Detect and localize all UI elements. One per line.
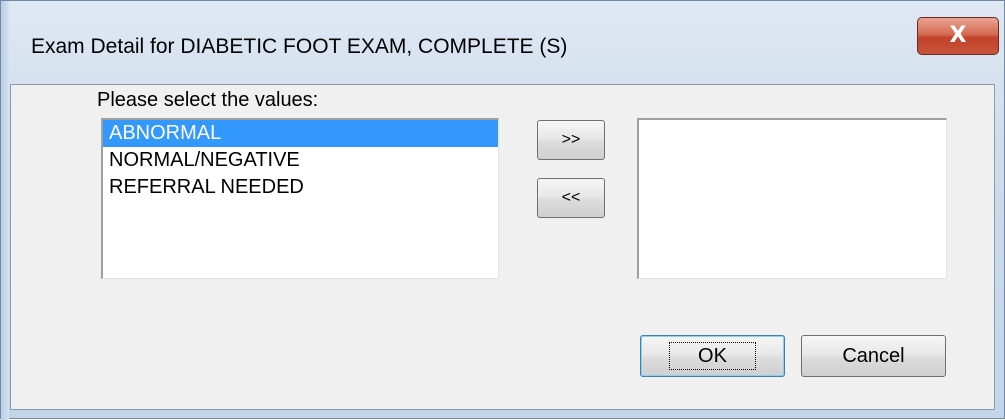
close-button[interactable]: X: [917, 17, 999, 55]
ok-button-label: OK: [669, 342, 756, 370]
dialog-window: Exam Detail for DIABETIC FOOT EXAM, COMP…: [0, 0, 1005, 420]
list-item-referral-needed[interactable]: REFERRAL NEEDED: [103, 174, 498, 201]
list-item-normal-negative[interactable]: NORMAL/NEGATIVE: [103, 147, 498, 174]
window-title: Exam Detail for DIABETIC FOOT EXAM, COMP…: [31, 35, 568, 58]
close-icon: X: [949, 23, 967, 48]
selected-values-listbox[interactable]: [637, 118, 947, 279]
window-frame-edge: [1, 1, 9, 420]
available-values-listbox[interactable]: ABNORMAL NORMAL/NEGATIVE REFERRAL NEEDED: [101, 118, 499, 279]
list-item-abnormal[interactable]: ABNORMAL: [103, 120, 498, 147]
remove-selected-button[interactable]: <<: [537, 178, 605, 218]
cancel-button[interactable]: Cancel: [801, 335, 946, 377]
ok-button[interactable]: OK: [640, 335, 785, 377]
add-selected-button[interactable]: >>: [537, 120, 605, 160]
select-values-label: Please select the values:: [97, 89, 319, 111]
